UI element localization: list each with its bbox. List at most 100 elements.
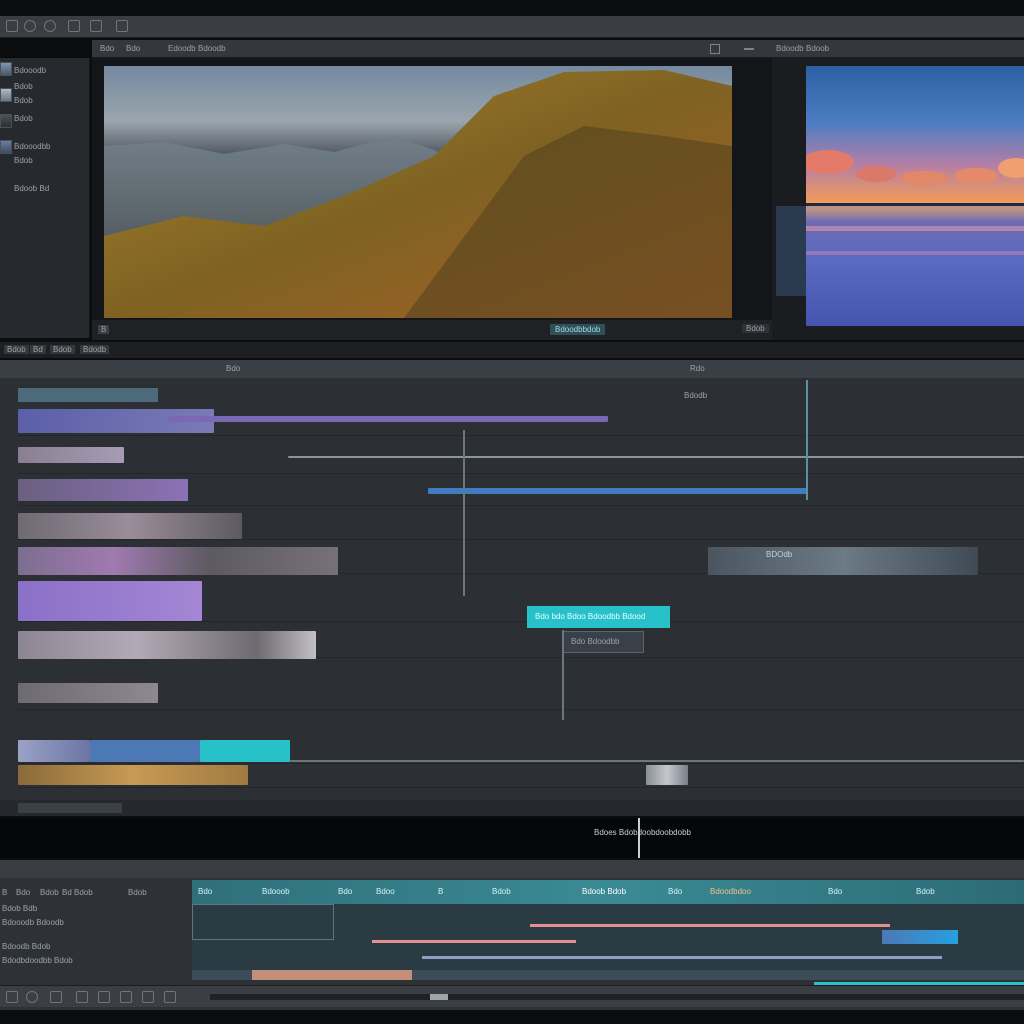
timeline-tab[interactable]: Bdodb — [80, 345, 110, 354]
bin-item[interactable]: Bdob — [14, 114, 33, 123]
timeline-clip[interactable] — [18, 631, 316, 659]
transport-bar — [0, 985, 1024, 1007]
audio-header-item[interactable]: B — [2, 888, 7, 897]
media-icon[interactable] — [116, 20, 128, 32]
bin-item[interactable]: Bdoob Bd — [14, 184, 49, 193]
audio-channel-label: Bdooodb Bdoodb — [2, 918, 64, 927]
bin-item[interactable]: Bdooodb — [14, 66, 46, 75]
program-viewer[interactable]: Bdob — [742, 58, 1024, 340]
audio-header-item[interactable]: Bdo — [16, 888, 30, 897]
audio-strip-label[interactable]: Bdo — [668, 887, 682, 896]
timeline-clip[interactable] — [90, 740, 200, 762]
source-header-label-4[interactable]: Bdoodb — [198, 44, 226, 53]
timeline-clip[interactable] — [708, 547, 978, 575]
timeline-clip[interactable] — [428, 488, 808, 494]
source-header-label-3[interactable]: Edoodb — [168, 44, 196, 53]
timeline-scrollbar[interactable] — [0, 800, 1024, 816]
audio-channel-label: Bdodbdoodbb Bdob — [2, 956, 73, 965]
settings-icon[interactable] — [90, 20, 102, 32]
audio-clip[interactable] — [882, 930, 958, 944]
timeline-clip[interactable] — [18, 479, 188, 501]
scrubber-thumb[interactable] — [430, 994, 448, 1000]
audio-strip-label[interactable]: Bdoo — [376, 887, 395, 896]
record-icon[interactable] — [26, 991, 38, 1003]
audio-strip-label[interactable]: Bdooob — [262, 887, 290, 896]
audio-strip-label[interactable]: Bdo — [828, 887, 842, 896]
audio-strip-label[interactable]: Bdob — [492, 887, 511, 896]
audio-strip-label[interactable]: Bdoob Bdob — [582, 887, 626, 896]
audio-header-item[interactable]: Bd — [62, 888, 72, 897]
playhead[interactable] — [638, 818, 640, 858]
loop-icon[interactable] — [164, 991, 176, 1003]
fast-forward-icon[interactable] — [142, 991, 154, 1003]
viewer-marker[interactable]: B — [98, 325, 110, 334]
timeline-clip[interactable] — [646, 765, 688, 785]
timeline-clip[interactable] — [18, 547, 338, 575]
audio-header-item[interactable]: Bdob — [128, 888, 147, 897]
timeline-tab[interactable]: Bdob — [4, 345, 29, 354]
source-timecode[interactable]: Bdoodbbdob — [550, 324, 606, 335]
source-header-label-1[interactable]: Bdo — [100, 44, 114, 53]
timeline-clip[interactable] — [168, 416, 608, 422]
layout-icon[interactable] — [710, 44, 720, 54]
teal-clip[interactable]: Bdo bdo Bdoo Bdoodbb Bdood — [527, 606, 670, 628]
audio-region[interactable] — [192, 904, 334, 940]
timeline-clip[interactable] — [18, 447, 124, 463]
clip-icon[interactable] — [44, 20, 56, 32]
audio-clip[interactable] — [422, 956, 942, 959]
program-label[interactable]: Bdob — [742, 324, 769, 333]
mountain-landscape — [104, 66, 732, 318]
edit-marker[interactable] — [806, 380, 808, 500]
bin-thumbnail[interactable] — [0, 62, 12, 76]
audio-header-item[interactable]: Bdob — [40, 888, 59, 897]
window-icon[interactable] — [6, 20, 18, 32]
grid-icon[interactable] — [24, 20, 36, 32]
audio-clip[interactable] — [252, 970, 412, 980]
timeline-ruler[interactable]: Bdo Rdo — [0, 360, 1024, 378]
bin-item[interactable]: Bdob — [14, 96, 33, 105]
playback-scrubber[interactable] — [210, 994, 1024, 1000]
timeline-work-area[interactable] — [18, 388, 158, 402]
timeline-clip[interactable] — [18, 581, 202, 621]
timeline-clip[interactable] — [288, 456, 1024, 458]
bin-thumbnail[interactable] — [0, 114, 12, 128]
audio-strip-label[interactable]: Bdo — [338, 887, 352, 896]
sunset-seascape — [806, 150, 1024, 326]
bin-thumbnail[interactable] — [0, 140, 12, 154]
audio-strip-label[interactable]: B — [438, 887, 443, 896]
bin-thumbnail[interactable] — [0, 88, 12, 102]
timeline-clip[interactable]: Bdo Bdoodbb — [562, 631, 644, 653]
bin-item[interactable]: Bdooodbb — [14, 142, 50, 151]
step-forward-icon[interactable] — [120, 991, 132, 1003]
audio-strip-label[interactable]: Bdob — [916, 887, 935, 896]
audio-header-item[interactable]: Bdob — [74, 888, 93, 897]
source-viewer[interactable]: B Bdoodbbdob — [92, 58, 772, 340]
audio-strip-label[interactable]: Bdoodbdoo — [710, 887, 751, 896]
audio-clip[interactable] — [372, 940, 576, 943]
step-back-icon[interactable] — [76, 991, 88, 1003]
timeline-tab[interactable]: Bdob — [50, 345, 75, 354]
bin-item[interactable]: Bdob — [14, 82, 33, 91]
play-icon[interactable] — [68, 20, 80, 32]
close-icon[interactable] — [744, 48, 754, 50]
bin-item[interactable]: Bdob — [14, 156, 33, 165]
program-header-label-2[interactable]: Bdoob — [806, 44, 829, 53]
menu-icon[interactable] — [6, 991, 18, 1003]
play-icon[interactable] — [98, 991, 110, 1003]
program-header-label-1[interactable]: Bdoodb — [776, 44, 804, 53]
audio-strip-label[interactable]: Bdo — [198, 887, 212, 896]
edit-marker[interactable] — [463, 430, 465, 596]
mountain-video-frame — [104, 66, 732, 318]
scroll-thumb[interactable] — [18, 803, 122, 813]
edit-marker[interactable] — [562, 630, 564, 720]
audio-clip[interactable] — [530, 924, 890, 927]
timeline-clip[interactable] — [18, 765, 248, 785]
timeline-clip[interactable] — [18, 683, 158, 703]
sunset-video-frame — [806, 66, 1024, 326]
timeline-clip[interactable] — [18, 513, 242, 539]
source-header-label-2[interactable]: Bdo — [126, 44, 140, 53]
timeline-clip[interactable] — [18, 740, 90, 762]
timeline-clip[interactable] — [200, 740, 290, 762]
timeline-tab[interactable]: Bd — [30, 345, 46, 354]
rewind-icon[interactable] — [50, 991, 62, 1003]
